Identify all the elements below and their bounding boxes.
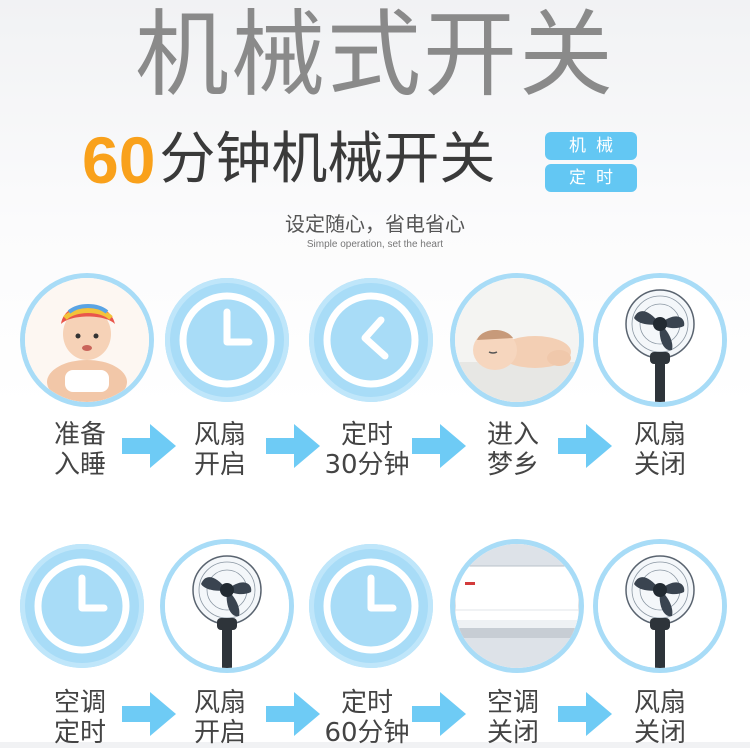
arrow-icon	[556, 420, 614, 472]
arrow-icon	[120, 420, 178, 472]
sub-title-text: 分钟机械开关	[159, 127, 496, 192]
step-label: 风扇 关闭	[633, 420, 686, 480]
sub-title: 60 分钟机械开关	[82, 118, 495, 202]
tag-timer: 定时	[545, 164, 637, 192]
fan-icon	[165, 544, 289, 668]
step-label: 风扇 关闭	[633, 688, 686, 748]
slogan-cn: 设定随心，省电省心	[285, 212, 465, 236]
air-conditioner-photo	[455, 544, 579, 668]
main-title: 机械式开关	[134, 1, 615, 110]
baby-photo	[25, 278, 149, 402]
fan-icon	[598, 544, 722, 668]
step-label: 定时 30分钟	[324, 420, 410, 480]
arrow-icon	[556, 688, 614, 740]
step-label: 定时 60分钟	[324, 688, 410, 748]
clock-icon	[20, 544, 144, 668]
sub-title-number: 60	[82, 123, 156, 197]
clock-30-icon	[309, 278, 433, 402]
arrow-icon	[410, 420, 468, 472]
arrow-icon	[120, 688, 178, 740]
tag-mechanical: 机械	[545, 132, 637, 160]
fan-icon	[598, 278, 722, 402]
step-label: 进入 梦乡	[486, 420, 539, 480]
arrow-icon	[410, 688, 468, 740]
step-label: 风扇 开启	[193, 688, 246, 748]
step-label: 风扇 开启	[193, 420, 246, 480]
arrow-icon	[264, 420, 322, 472]
clock-60-icon	[309, 544, 433, 668]
sleeping-baby-photo	[455, 278, 579, 402]
step-label: 空调 关闭	[486, 688, 539, 748]
clock-icon	[165, 278, 289, 402]
arrow-icon	[264, 688, 322, 740]
slogan-en: Simple operation, set the heart	[306, 239, 444, 250]
